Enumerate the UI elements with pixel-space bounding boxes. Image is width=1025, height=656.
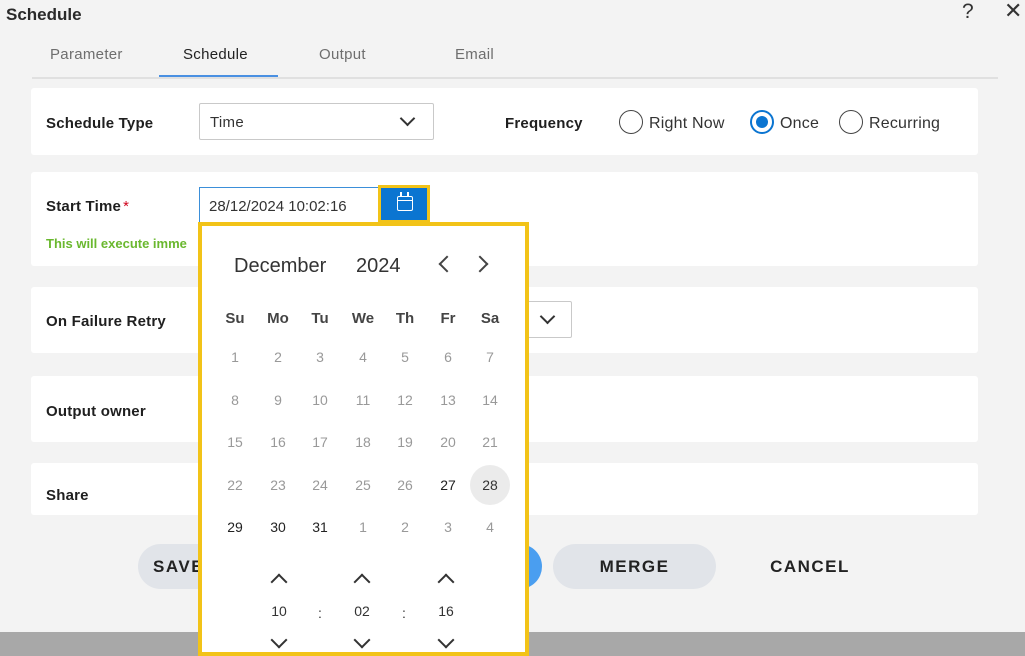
calendar-day[interactable]: 19 bbox=[385, 422, 425, 462]
radio-once-label[interactable]: Once bbox=[780, 115, 819, 133]
calendar-day[interactable]: 5 bbox=[385, 337, 425, 377]
tab-email[interactable]: Email bbox=[455, 46, 494, 63]
calendar-day[interactable]: 4 bbox=[470, 507, 510, 547]
calendar-day[interactable]: 22 bbox=[215, 465, 255, 505]
hour-value[interactable]: 10 bbox=[259, 603, 299, 619]
schedule-type-label: Schedule Type bbox=[46, 115, 154, 132]
calendar-day[interactable]: 31 bbox=[300, 507, 340, 547]
weekday-header: We bbox=[351, 310, 375, 327]
schedule-type-card: Schedule Type Time Frequency Right Now O… bbox=[31, 88, 978, 155]
calendar-day[interactable]: 23 bbox=[258, 465, 298, 505]
on-failure-retry-label: On Failure Retry bbox=[46, 313, 166, 330]
calendar-day[interactable]: 25 bbox=[343, 465, 383, 505]
chevron-right-icon[interactable] bbox=[471, 255, 489, 273]
close-icon[interactable]: ✕ bbox=[1004, 0, 1022, 22]
calendar-day[interactable]: 18 bbox=[343, 422, 383, 462]
weekday-header: Th bbox=[395, 310, 415, 327]
tab-bar: Parameter Schedule Output Email bbox=[32, 44, 998, 79]
calendar-day[interactable]: 27 bbox=[428, 465, 468, 505]
calendar-day[interactable]: 1 bbox=[343, 507, 383, 547]
second-increment-icon[interactable] bbox=[437, 573, 455, 591]
radio-right-now-label[interactable]: Right Now bbox=[649, 115, 725, 133]
calendar-day[interactable]: 2 bbox=[258, 337, 298, 377]
calendar-day[interactable]: 9 bbox=[258, 380, 298, 420]
chevron-down-icon bbox=[399, 110, 416, 127]
calendar-day[interactable]: 13 bbox=[428, 380, 468, 420]
minute-increment-icon[interactable] bbox=[353, 573, 371, 591]
chevron-left-icon[interactable] bbox=[438, 255, 456, 273]
weekday-header: Tu bbox=[311, 310, 329, 327]
calendar-day-selected[interactable]: 28 bbox=[470, 464, 510, 505]
dialog-title: Schedule bbox=[6, 5, 82, 24]
calendar-day[interactable]: 6 bbox=[428, 337, 468, 377]
calendar-day[interactable]: 3 bbox=[300, 337, 340, 377]
help-icon[interactable]: ? bbox=[962, 1, 974, 22]
calendar-button[interactable] bbox=[378, 185, 430, 223]
picker-month[interactable]: December bbox=[234, 255, 326, 278]
calendar-day[interactable]: 26 bbox=[385, 465, 425, 505]
calendar-day[interactable]: 17 bbox=[300, 422, 340, 462]
radio-recurring-label[interactable]: Recurring bbox=[869, 115, 940, 133]
weekday-header: Sa bbox=[480, 310, 500, 327]
weekday-header: Mo bbox=[267, 310, 289, 327]
second-value[interactable]: 16 bbox=[426, 603, 466, 619]
active-tab-indicator bbox=[159, 75, 278, 77]
schedule-type-select[interactable]: Time bbox=[199, 103, 434, 140]
frequency-label: Frequency bbox=[505, 115, 583, 132]
schedule-type-value: Time bbox=[210, 114, 244, 131]
picker-year[interactable]: 2024 bbox=[356, 255, 401, 278]
weekday-header: Fr bbox=[440, 310, 456, 327]
calendar-day[interactable]: 24 bbox=[300, 465, 340, 505]
calendar-day[interactable]: 20 bbox=[428, 422, 468, 462]
start-time-input[interactable]: 28/12/2024 10:02:16 bbox=[199, 187, 379, 224]
calendar-day[interactable]: 10 bbox=[300, 380, 340, 420]
hour-increment-icon[interactable] bbox=[270, 573, 288, 591]
tab-output[interactable]: Output bbox=[319, 46, 366, 63]
calendar-day[interactable]: 7 bbox=[470, 337, 510, 377]
tab-schedule[interactable]: Schedule bbox=[183, 46, 248, 63]
calendar-icon bbox=[397, 192, 413, 211]
calendar-day[interactable]: 3 bbox=[428, 507, 468, 547]
share-label: Share bbox=[46, 487, 89, 504]
time-separator: : bbox=[402, 605, 406, 621]
calendar-day[interactable]: 12 bbox=[385, 380, 425, 420]
start-time-hint: This will execute imme bbox=[46, 236, 187, 251]
cancel-button[interactable]: CANCEL bbox=[740, 544, 880, 589]
hour-decrement-icon[interactable] bbox=[270, 631, 288, 649]
date-picker: December 2024 Su Mo Tu We Th Fr Sa 1 2 3 4 5 6 7 8 9 10 1… bbox=[198, 222, 529, 656]
calendar-day[interactable]: 14 bbox=[470, 380, 510, 420]
radio-right-now[interactable] bbox=[619, 110, 643, 134]
radio-once[interactable] bbox=[750, 110, 774, 134]
second-decrement-icon[interactable] bbox=[437, 631, 455, 649]
minute-decrement-icon[interactable] bbox=[353, 631, 371, 649]
output-owner-label: Output owner bbox=[46, 403, 146, 420]
start-time-label: Start Time * bbox=[46, 198, 130, 215]
calendar-day[interactable]: 21 bbox=[470, 422, 510, 462]
calendar-day[interactable]: 4 bbox=[343, 337, 383, 377]
tab-parameter[interactable]: Parameter bbox=[50, 46, 123, 63]
calendar-day[interactable]: 2 bbox=[385, 507, 425, 547]
weekday-header: Su bbox=[225, 310, 245, 327]
merge-button[interactable]: MERGE bbox=[553, 544, 716, 589]
calendar-day[interactable]: 1 bbox=[215, 337, 255, 377]
time-separator: : bbox=[318, 605, 322, 621]
calendar-day[interactable]: 16 bbox=[258, 422, 298, 462]
chevron-down-icon bbox=[539, 308, 556, 325]
calendar-day[interactable]: 8 bbox=[215, 380, 255, 420]
calendar-day[interactable]: 11 bbox=[343, 380, 383, 420]
required-asterisk: * bbox=[123, 198, 130, 215]
radio-recurring[interactable] bbox=[839, 110, 863, 134]
minute-value[interactable]: 02 bbox=[342, 603, 382, 619]
calendar-day[interactable]: 29 bbox=[215, 507, 255, 547]
calendar-day[interactable]: 15 bbox=[215, 422, 255, 462]
calendar-day[interactable]: 30 bbox=[258, 507, 298, 547]
